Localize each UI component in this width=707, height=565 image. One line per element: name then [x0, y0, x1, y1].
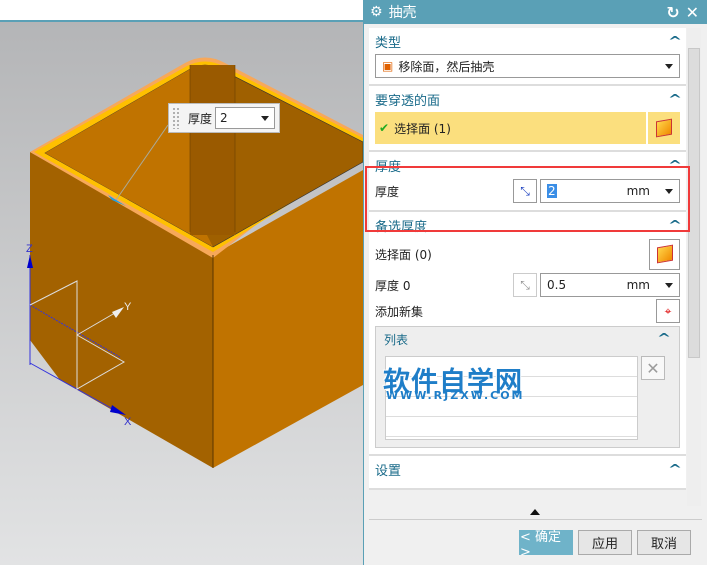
section-title: 设置	[375, 463, 402, 479]
y-axis-label: Y	[124, 301, 132, 313]
alt-face-select-button[interactable]	[649, 238, 680, 270]
caret-down-icon	[665, 282, 673, 288]
alt-thickness-unit: mm	[626, 278, 650, 292]
collapse-icon[interactable]: ^	[657, 331, 671, 345]
select-face-label: 选择面 (1)	[394, 121, 451, 136]
settings-section: 设置 ^	[369, 456, 686, 490]
type-dropdown[interactable]: ▣ 移除面，然后抽壳	[375, 54, 680, 78]
list-title: 列表	[384, 333, 409, 347]
collapse-footer-icon[interactable]	[530, 509, 540, 515]
collapse-icon[interactable]: ^	[668, 34, 682, 48]
select-face-row[interactable]: ✔ 选择面 (1)	[375, 112, 646, 144]
shell-model: Z Y X	[26, 57, 363, 468]
apply-button[interactable]: 应用	[578, 530, 632, 555]
caret-down-icon	[261, 115, 270, 121]
reset-icon[interactable]: ↻	[666, 3, 679, 22]
reverse-direction-icon: ⤡	[520, 277, 530, 292]
inner-cylinder	[190, 65, 235, 235]
delete-icon: ✕	[646, 358, 660, 378]
section-title: 类型	[375, 35, 402, 51]
z-axis-label: Z	[26, 243, 33, 255]
shell-type-icon: ▣	[382, 59, 394, 73]
x-axis-label: X	[124, 416, 132, 428]
add-new-set-label: 添加新集	[375, 304, 424, 319]
section-title: 要穿透的面	[375, 93, 441, 109]
add-set-icon: ⌖	[664, 303, 672, 318]
drag-handle[interactable]	[172, 107, 180, 129]
thickness-screen-input[interactable]: 厚度 2	[168, 103, 280, 133]
caret-down-icon	[665, 63, 673, 69]
delete-set-button[interactable]: ✕	[641, 356, 665, 380]
alt-thickness-label: 厚度 0	[375, 278, 411, 293]
cube-icon	[656, 244, 673, 264]
type-value: 移除面，然后抽壳	[398, 59, 495, 74]
check-icon: ✔	[379, 121, 390, 135]
alt-reverse-direction-button[interactable]: ⤡	[513, 273, 537, 297]
thickness-tag-label: 厚度	[188, 111, 213, 126]
dialog-title: 抽壳	[388, 5, 417, 21]
dialog-titlebar: ⚙ 抽壳 ↻ ✕	[364, 0, 707, 24]
add-new-set-button[interactable]: ⌖	[656, 299, 680, 323]
cube-icon	[656, 118, 672, 138]
close-icon[interactable]: ✕	[686, 3, 699, 22]
alt-thickness-section: 备选厚度 ^ 选择面 (0) 厚度 0 ⤡ 0.5 mm 添加新集 ⌖ 列表 ^ ✕	[369, 212, 686, 456]
type-section-header[interactable]: 类型 ^	[375, 28, 682, 54]
watermark-url: WWW.RJZXW.COM	[386, 389, 525, 402]
settings-section-header[interactable]: 设置 ^	[375, 456, 682, 482]
scrollbar[interactable]	[687, 28, 701, 506]
face-select-button[interactable]	[648, 112, 680, 144]
alt-thickness-value: 0.5	[547, 278, 567, 292]
alt-select-face-label: 选择面 (0)	[375, 247, 432, 262]
cancel-button[interactable]: 取消	[637, 530, 691, 555]
pierce-section-header[interactable]: 要穿透的面 ^	[375, 86, 682, 112]
gear-icon: ⚙	[370, 4, 383, 20]
highlight-box	[365, 166, 690, 232]
ok-button[interactable]: < 确定 >	[519, 530, 573, 560]
collapse-icon[interactable]: ^	[668, 462, 682, 476]
pierce-section: 要穿透的面 ^ ✔ 选择面 (1)	[369, 86, 686, 152]
shell-dialog: ⚙ 抽壳 ↻ ✕ 类型 ^ ▣ 移除面，然后抽壳 要穿透的面 ^ ✔ 选择面 (1) 厚度…	[363, 0, 707, 565]
alt-thickness-input[interactable]: 0.5 mm	[540, 273, 680, 297]
thickness-tag-dropdown[interactable]: 2	[215, 107, 276, 129]
collapse-icon[interactable]: ^	[668, 92, 682, 106]
thickness-tag-value: 2	[220, 111, 228, 125]
divider	[369, 519, 702, 520]
type-section: 类型 ^ ▣ 移除面，然后抽壳	[369, 28, 686, 86]
